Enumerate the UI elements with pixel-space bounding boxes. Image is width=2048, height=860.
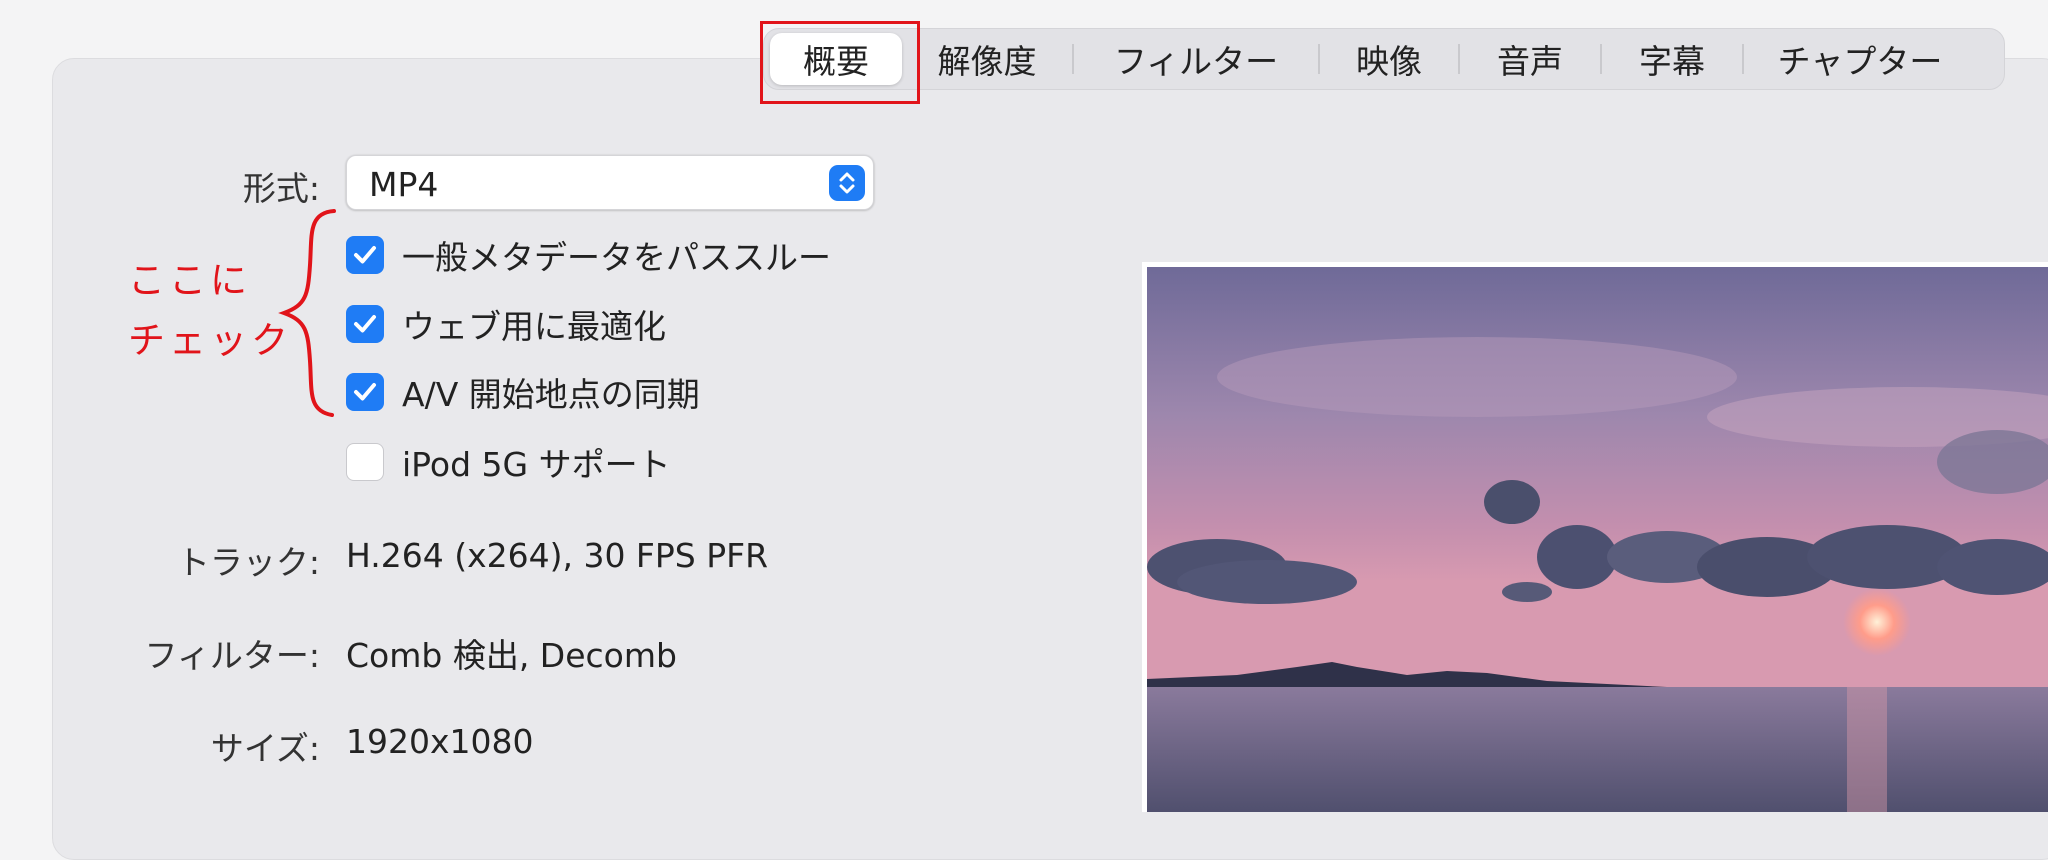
tab-audio[interactable]: 音声 xyxy=(1460,33,1600,85)
size-label: サイズ: xyxy=(210,729,320,768)
format-select[interactable]: MP4 xyxy=(346,155,874,210)
video-preview-image xyxy=(1142,262,2048,812)
format-label: 形式: xyxy=(242,169,320,208)
passthrough-metadata-checkbox-row[interactable]: 一般メタデータをパススルー xyxy=(346,233,831,277)
selected-tab-highlight xyxy=(760,21,920,104)
av-align-start-label: A/V 開始地点の同期 xyxy=(402,375,700,414)
checkmark-icon xyxy=(354,315,376,333)
checkmark-icon xyxy=(354,383,376,401)
filter-value: Comb 検出, Decomb xyxy=(346,636,677,675)
ipod-5g-checkbox[interactable] xyxy=(346,443,384,481)
annotation-line-2: チェック xyxy=(128,319,292,362)
checkmark-icon xyxy=(354,246,376,264)
annotation-line-1: ここに xyxy=(128,259,251,302)
av-align-start-checkbox-row[interactable]: A/V 開始地点の同期 xyxy=(346,370,700,414)
web-optimize-checkbox-row[interactable]: ウェブ用に最適化 xyxy=(346,302,666,346)
tab-resolution[interactable]: 解像度 xyxy=(902,33,1072,85)
annotation-brace xyxy=(278,209,336,417)
av-align-start-checkbox[interactable] xyxy=(346,373,384,411)
ipod-5g-label: iPod 5G サポート xyxy=(402,445,671,484)
tab-subtitles[interactable]: 字幕 xyxy=(1602,33,1742,85)
web-optimize-checkbox[interactable] xyxy=(346,305,384,343)
ipod-5g-checkbox-row[interactable]: iPod 5G サポート xyxy=(346,440,671,484)
web-optimize-label: ウェブ用に最適化 xyxy=(402,307,666,346)
tab-filters[interactable]: フィルター xyxy=(1074,33,1318,85)
tab-chapters[interactable]: チャプター xyxy=(1744,33,1976,85)
tab-bar: 概要 解像度 フィルター 映像 音声 字幕 チャプター xyxy=(763,28,2005,90)
track-value: H.264 (x264), 30 FPS PFR xyxy=(346,536,769,575)
tab-video[interactable]: 映像 xyxy=(1320,33,1458,85)
track-label: トラック: xyxy=(176,543,320,582)
passthrough-metadata-checkbox[interactable] xyxy=(346,236,384,274)
filter-label: フィルター: xyxy=(144,636,320,675)
size-value: 1920x1080 xyxy=(346,722,534,761)
passthrough-metadata-label: 一般メタデータをパススルー xyxy=(402,238,831,277)
format-value: MP4 xyxy=(369,165,439,204)
chevron-up-down-icon xyxy=(829,165,865,201)
